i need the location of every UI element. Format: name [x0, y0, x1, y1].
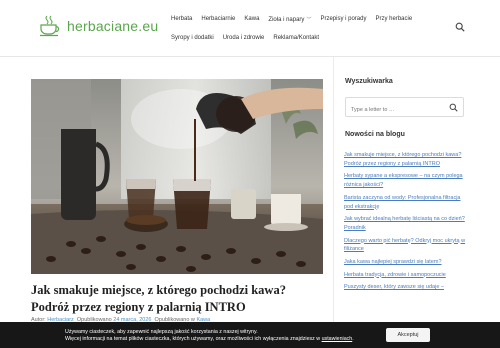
chevron-down-icon: ﹀ [306, 16, 312, 23]
recent-post-link[interactable]: Jak wybrać idealną herbatę liściastą na … [344, 216, 465, 231]
nav-item-herbata[interactable]: Herbata [171, 16, 192, 22]
recent-post-link[interactable]: Puszysty deser, który zawsze się udaje – [344, 284, 444, 290]
recent-post-link[interactable]: Dlaczego warto pić herbatę? Odkryj moc u… [344, 238, 465, 253]
nav-item-herbaciarnie[interactable]: Herbaciarnie [201, 16, 235, 22]
recent-post-item[interactable]: Barista zaczyna od wody: Profesjonalna f… [344, 194, 466, 212]
cookie-consent-bar: Używamy ciasteczek, aby zapewnić najleps… [0, 322, 500, 348]
cookie-message: Używamy ciasteczek, aby zapewnić najleps… [65, 329, 354, 343]
search-icon[interactable] [455, 22, 465, 32]
nav-item-uroda-i-zdrowie[interactable]: Uroda i zdrowie [223, 35, 265, 41]
nav-item-label: Syropy i dodatki [171, 35, 214, 41]
nav-item-label: Przy herbacie [375, 16, 413, 22]
recent-post-link[interactable]: Herbaty sypane a ekspresowe – na czym po… [344, 173, 463, 188]
nav-item-syropy-i-dodatki[interactable]: Syropy i dodatki [171, 35, 214, 41]
cookie-message-line1: Używamy ciasteczek, aby zapewnić najleps… [65, 329, 258, 335]
nav-item-label: Kawa [244, 16, 260, 22]
nav-row-secondary: Syropy i dodatki Uroda i zdrowie Reklama… [171, 33, 441, 43]
recent-post-link[interactable]: Jaka kawa najlepiej sprawdzi się latem? [344, 259, 442, 265]
sidebar-news-heading: Nowości na blogu [345, 131, 405, 138]
recent-post-item[interactable]: Herbaty sypane a ekspresowe – na czym po… [344, 172, 466, 190]
sidebar-search-input[interactable] [346, 101, 441, 119]
cookie-accept-button[interactable]: Akceptuj [386, 328, 430, 342]
nav-item-label: Przepisy i porady [320, 16, 367, 22]
nav-item-label: Uroda i zdrowie [222, 35, 265, 41]
recent-post-link[interactable]: Jak smakuje miejsce, z którego pochodzi … [344, 152, 461, 167]
nav-item-label: Herbata [171, 16, 193, 22]
site-logo[interactable]: herbaciane.eu [38, 14, 158, 38]
nav-item-label: Zioła i napary [268, 16, 305, 23]
post-title[interactable]: Jak smakuje miejsce, z którego pochodzi … [31, 282, 321, 316]
recent-post-link[interactable]: Barista zaczyna od wody: Profesjonalna f… [344, 195, 460, 210]
nav-item-przepisy-i-porady[interactable]: Przepisy i porady [320, 16, 366, 22]
nav-item-reklama-kontakt[interactable]: Reklama/Kontakt [273, 35, 319, 41]
cookie-line2-text: Więcej informacji na temat plików ciaste… [65, 336, 321, 342]
sidebar-divider [333, 57, 334, 348]
tea-cup-icon [40, 15, 60, 37]
nav-item-label: Herbaciarnie [201, 16, 236, 22]
cookie-message-line2: Więcej informacji na temat plików ciaste… [65, 336, 354, 342]
cookie-settings-link[interactable]: ustawieniach [322, 336, 353, 342]
recent-post-item[interactable]: Herbata tradycja, zdrowie i samopoczucie [344, 271, 466, 280]
main-navigation: Herbata Herbaciarnie Kawa Zioła i napary… [171, 14, 441, 52]
nav-row-primary: Herbata Herbaciarnie Kawa Zioła i napary… [171, 14, 441, 24]
recent-post-item[interactable]: Jak wybrać idealną herbatę liściastą na … [344, 215, 466, 233]
recent-post-link[interactable]: Herbata tradycja, zdrowie i samopoczucie [344, 272, 446, 278]
recent-post-item[interactable]: Jaka kawa najlepiej sprawdzi się latem? [344, 258, 466, 267]
post-featured-image[interactable] [31, 79, 323, 274]
recent-post-item[interactable]: Puszysty deser, który zawsze się udaje – [344, 283, 466, 292]
search-icon[interactable] [449, 103, 458, 112]
recent-posts-list: Jak smakuje miejsce, z którego pochodzi … [344, 151, 466, 296]
nav-item-label: Reklama/Kontakt [273, 35, 320, 41]
recent-post-item[interactable]: Dlaczego warto pić herbatę? Odkryj moc u… [344, 237, 466, 255]
nav-item-kawa[interactable]: Kawa [244, 16, 259, 22]
sidebar-search-form [345, 97, 464, 119]
site-header: herbaciane.eu Herbata Herbaciarnie Kawa … [0, 0, 500, 56]
site-logo-text: herbaciane.eu [67, 18, 159, 34]
recent-post-item[interactable]: Jak smakuje miejsce, z którego pochodzi … [344, 151, 466, 169]
sidebar-search-heading: Wyszukiwarka [345, 78, 393, 85]
header-divider [0, 56, 500, 57]
nav-item-ziola-i-napary[interactable]: Zioła i napary ﹀ [268, 16, 311, 23]
nav-item-przy-herbacie[interactable]: Przy herbacie [375, 16, 412, 22]
